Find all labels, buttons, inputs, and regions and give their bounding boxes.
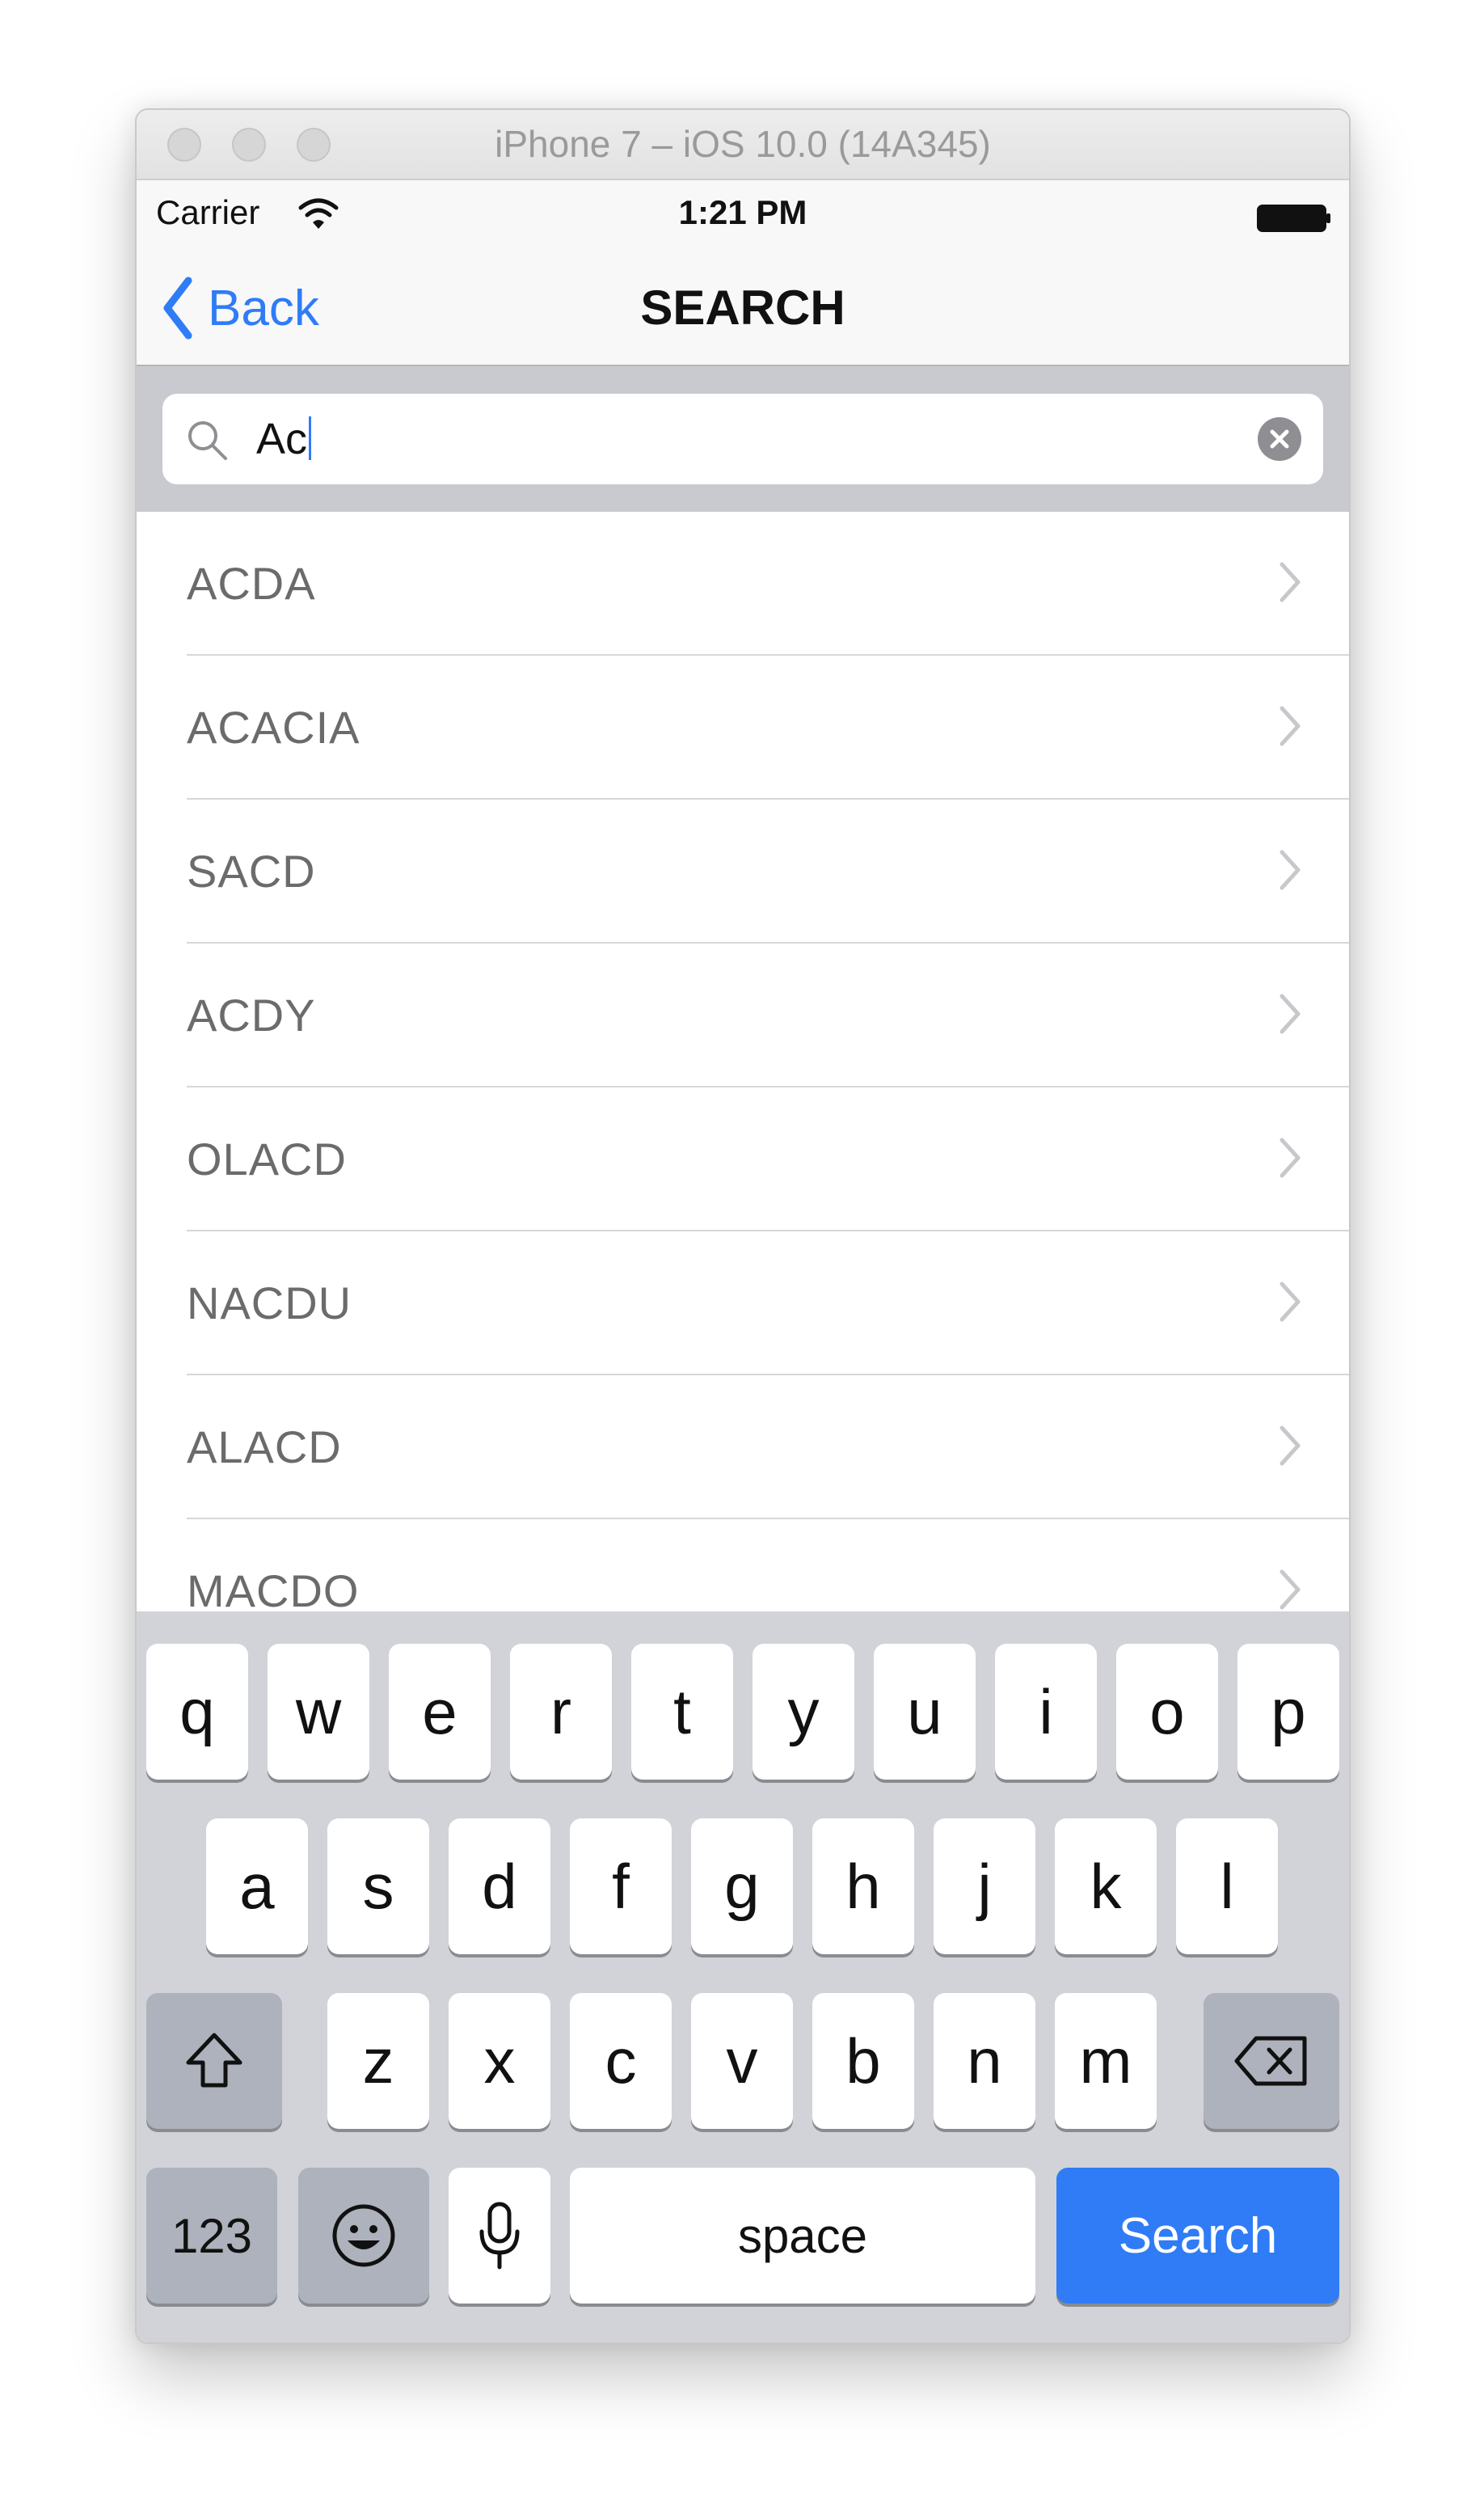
chevron-right-icon [1280,562,1301,602]
search-icon [188,421,227,460]
list-item[interactable]: ACDA [137,512,1349,656]
key-t[interactable]: t [631,1644,733,1780]
key-i[interactable]: i [995,1644,1097,1780]
list-item-label: MACDO [187,1565,360,1611]
space-key[interactable]: space [570,2168,1035,2304]
key-h[interactable]: h [812,1818,914,1954]
results-list: ACDA ACACIA SACD ACDY OLACD NACDU ALACD … [137,512,1349,1611]
shift-arrow-icon [186,2033,242,2088]
list-item[interactable]: ALACD [137,1375,1349,1519]
list-item[interactable]: ACDY [137,944,1349,1087]
emoji-face-icon [332,2204,395,2267]
key-b[interactable]: b [812,1993,914,2129]
list-item-label: SACD [187,846,316,897]
status-bar: Carrier 1:21 PM [137,180,1349,251]
list-item[interactable]: SACD [137,800,1349,944]
key-l[interactable]: l [1176,1818,1278,1954]
key-p[interactable]: p [1237,1644,1339,1780]
navigation-bar: Back SEARCH [137,251,1349,366]
key-z[interactable]: z [327,1993,429,2129]
backspace-icon [1234,2036,1307,2086]
list-item[interactable]: OLACD [137,1087,1349,1231]
numbers-key[interactable]: 123 [146,2168,277,2304]
key-e[interactable]: e [389,1644,491,1780]
chevron-right-icon [1280,1569,1301,1610]
key-c[interactable]: c [570,1993,672,2129]
key-r[interactable]: r [510,1644,612,1780]
simulator-window: iPhone 7 – iOS 10.0 (14A345) Carrier 1:2… [135,108,1351,2344]
chevron-right-icon [1280,1425,1301,1466]
list-item-label: ACACIA [187,702,360,753]
chevron-right-icon [1280,1282,1301,1322]
delete-key[interactable] [1204,1993,1339,2129]
status-time: 1:21 PM [678,193,807,231]
key-n[interactable]: n [934,1993,1035,2129]
list-item[interactable]: MACDO [137,1519,1349,1611]
list-item-label: ACDA [187,558,316,609]
clear-icon[interactable] [1257,416,1302,462]
chevron-right-icon [1280,994,1301,1034]
emoji-key[interactable] [298,2168,429,2304]
keyboard: q w e r t y u i o p a s d f g h j k l z … [137,1611,1349,2342]
list-item-label: ALACD [187,1421,342,1472]
key-y[interactable]: y [753,1644,854,1780]
key-o[interactable]: o [1116,1644,1218,1780]
key-k[interactable]: k [1055,1818,1157,1954]
window-titlebar: iPhone 7 – iOS 10.0 (14A345) [137,110,1349,180]
search-bar: Ac [137,366,1349,512]
key-g[interactable]: g [691,1818,793,1954]
chevron-right-icon [1280,706,1301,746]
key-w[interactable]: w [268,1644,369,1780]
shift-key[interactable] [146,1993,282,2129]
key-d[interactable]: d [449,1818,550,1954]
list-item[interactable]: ACACIA [137,656,1349,800]
search-value-text: Ac [256,415,308,463]
search-input[interactable]: Ac [162,394,1323,484]
key-j[interactable]: j [934,1818,1035,1954]
page-title: SEARCH [640,281,845,335]
chevron-right-icon [1280,1138,1301,1178]
text-caret [309,416,312,460]
key-u[interactable]: u [874,1644,976,1780]
key-s[interactable]: s [327,1818,429,1954]
key-a[interactable]: a [206,1818,308,1954]
search-key[interactable]: Search [1056,2168,1339,2304]
key-v[interactable]: v [691,1993,793,2129]
chevron-right-icon [1280,850,1301,890]
list-item-label: NACDU [187,1277,352,1328]
list-item[interactable]: NACDU [137,1231,1349,1375]
key-x[interactable]: x [449,1993,550,2129]
key-m[interactable]: m [1055,1993,1157,2129]
list-item-label: OLACD [187,1134,347,1185]
dictation-key[interactable] [449,2168,550,2304]
microphone-icon [479,2202,520,2270]
window-title: iPhone 7 – iOS 10.0 (14A345) [495,123,991,165]
key-f[interactable]: f [570,1818,672,1954]
search-input-value: Ac [256,415,312,463]
key-q[interactable]: q [146,1644,248,1780]
battery-icon [1257,205,1330,232]
list-item-label: ACDY [187,990,316,1041]
